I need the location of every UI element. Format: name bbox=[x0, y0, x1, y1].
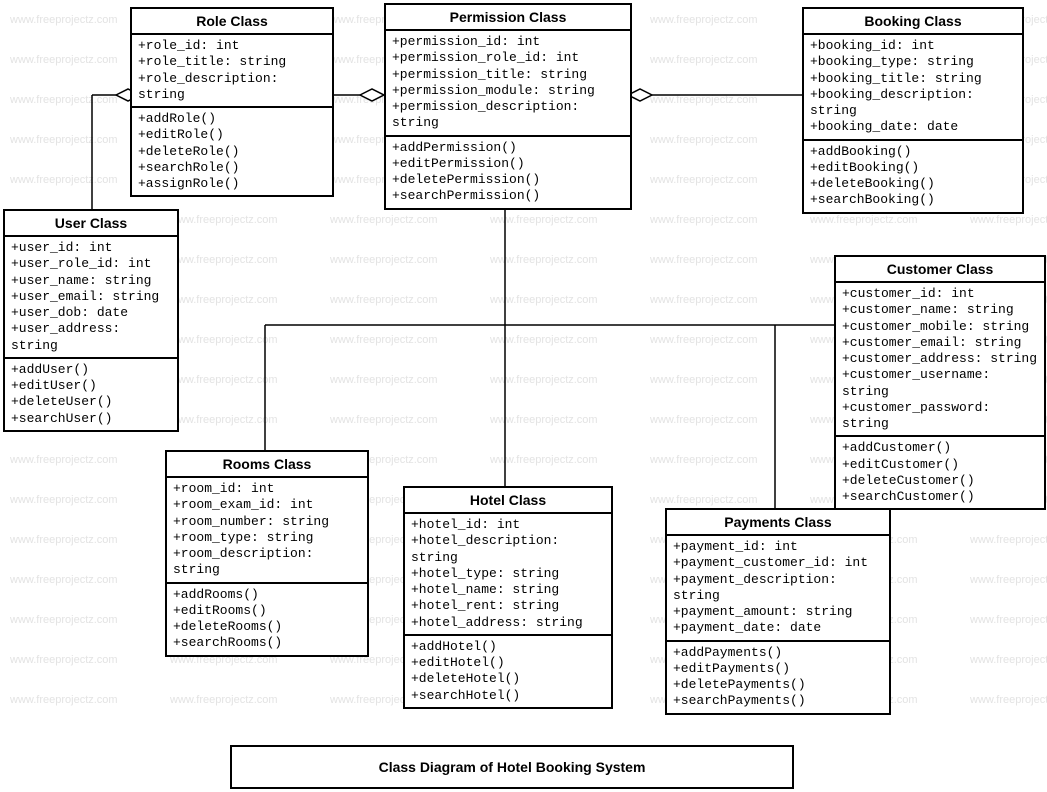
class-payments: Payments Class +payment_id: int+payment_… bbox=[665, 508, 891, 715]
class-title-user: User Class bbox=[5, 211, 177, 237]
class-title-hotel: Hotel Class bbox=[405, 488, 611, 514]
class-attrs-booking: +booking_id: int+booking_type: string+bo… bbox=[804, 35, 1022, 141]
class-methods-user: +addUser()+editUser()+deleteUser()+searc… bbox=[5, 359, 177, 430]
diagram-title-text: Class Diagram of Hotel Booking System bbox=[379, 759, 646, 775]
class-title-role: Role Class bbox=[132, 9, 332, 35]
class-hotel: Hotel Class +hotel_id: int+hotel_descrip… bbox=[403, 486, 613, 709]
class-methods-booking: +addBooking()+editBooking()+deleteBookin… bbox=[804, 141, 1022, 212]
class-role: Role Class +role_id: int+role_title: str… bbox=[130, 7, 334, 197]
diagram-title: Class Diagram of Hotel Booking System bbox=[230, 745, 794, 789]
class-methods-payments: +addPayments()+editPayments()+deletePaym… bbox=[667, 642, 889, 713]
class-title-rooms: Rooms Class bbox=[167, 452, 367, 478]
class-attrs-payments: +payment_id: int+payment_customer_id: in… bbox=[667, 536, 889, 642]
class-attrs-customer: +customer_id: int+customer_name: string+… bbox=[836, 283, 1044, 437]
class-title-payments: Payments Class bbox=[667, 510, 889, 536]
class-attrs-user: +user_id: int+user_role_id: int+user_nam… bbox=[5, 237, 177, 359]
class-attrs-permission: +permission_id: int+permission_role_id: … bbox=[386, 31, 630, 137]
class-user: User Class +user_id: int+user_role_id: i… bbox=[3, 209, 179, 432]
class-rooms: Rooms Class +room_id: int+room_exam_id: … bbox=[165, 450, 369, 657]
class-methods-hotel: +addHotel()+editHotel()+deleteHotel()+se… bbox=[405, 636, 611, 707]
class-attrs-role: +role_id: int+role_title: string+role_de… bbox=[132, 35, 332, 108]
class-attrs-rooms: +room_id: int+room_exam_id: int+room_num… bbox=[167, 478, 367, 584]
class-methods-role: +addRole()+editRole()+deleteRole()+searc… bbox=[132, 108, 332, 195]
class-title-permission: Permission Class bbox=[386, 5, 630, 31]
class-attrs-hotel: +hotel_id: int+hotel_description: string… bbox=[405, 514, 611, 636]
class-customer: Customer Class +customer_id: int+custome… bbox=[834, 255, 1046, 510]
class-methods-permission: +addPermission()+editPermission()+delete… bbox=[386, 137, 630, 208]
class-booking: Booking Class +booking_id: int+booking_t… bbox=[802, 7, 1024, 214]
class-permission: Permission Class +permission_id: int+per… bbox=[384, 3, 632, 210]
class-title-booking: Booking Class bbox=[804, 9, 1022, 35]
class-title-customer: Customer Class bbox=[836, 257, 1044, 283]
class-methods-customer: +addCustomer()+editCustomer()+deleteCust… bbox=[836, 437, 1044, 508]
class-methods-rooms: +addRooms()+editRooms()+deleteRooms()+se… bbox=[167, 584, 367, 655]
